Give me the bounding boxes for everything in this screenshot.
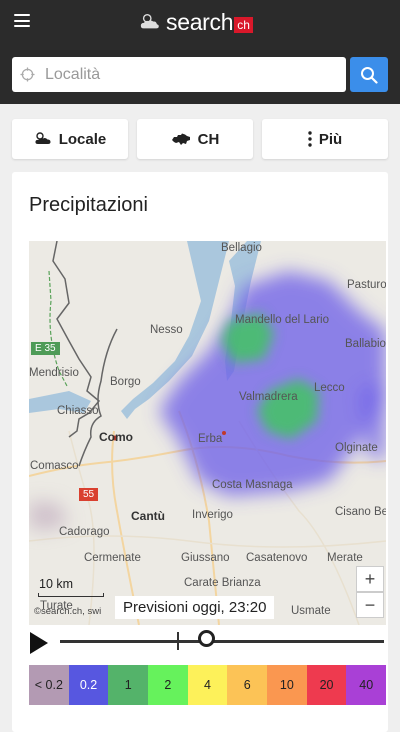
- place-label: Pasturo: [347, 279, 386, 291]
- logo-text: search: [166, 8, 234, 35]
- legend-item: 40: [346, 665, 387, 705]
- place-label: Cermenate: [84, 552, 141, 564]
- tab-more-label: Più: [318, 130, 343, 148]
- top-bar: search ch: [0, 0, 400, 44]
- legend-item: 1: [108, 665, 149, 705]
- place-label: Cadorago: [59, 526, 110, 538]
- tab-locale-label: Locale: [58, 130, 107, 148]
- legend-item: 20: [306, 665, 347, 705]
- place-label: Giussano: [181, 552, 230, 564]
- place-label: Como: [99, 430, 133, 444]
- logo-ch-badge: ch: [234, 17, 253, 33]
- place-label: Mendrisio: [29, 367, 79, 379]
- motorway-label-55: 55: [79, 488, 99, 501]
- menu-icon[interactable]: [14, 14, 30, 27]
- view-tabs: Locale CH Più: [12, 119, 388, 159]
- place-label: Comasco: [30, 460, 79, 472]
- legend-item: 2: [148, 665, 188, 705]
- more-vertical-icon: [308, 131, 312, 147]
- legend-item: 4: [187, 665, 228, 705]
- timeline-slider-handle[interactable]: [197, 630, 215, 647]
- place-label: Nesso: [150, 324, 183, 336]
- scale-bar: [38, 593, 104, 597]
- search-input[interactable]: [43, 64, 317, 85]
- place-label: Casatenovo: [246, 552, 308, 564]
- place-label: Erba: [198, 433, 223, 445]
- tab-switzerland-label: CH: [197, 130, 220, 148]
- legend-item: < 0.2: [29, 665, 69, 705]
- place-label: Merate: [327, 552, 363, 564]
- search-bar: [0, 44, 400, 104]
- place-label: Usmate: [291, 605, 331, 617]
- switzerland-icon: [171, 133, 190, 145]
- motorway-label-e35: E 35: [31, 342, 60, 355]
- legend-item: 6: [227, 665, 268, 705]
- timeline-track[interactable]: [60, 640, 384, 643]
- radar-map[interactable]: E 35 55 Bellagio Pasturo Nesso Mandello …: [29, 241, 386, 625]
- map-attribution[interactable]: ©search.ch, swi: [34, 606, 101, 617]
- search-icon: [361, 66, 378, 84]
- card-title: Precipitazioni: [29, 194, 148, 216]
- tab-locale[interactable]: Locale: [12, 119, 128, 159]
- place-label: Ballabio: [345, 338, 386, 350]
- scale-label: 10 km: [39, 577, 74, 591]
- place-label: Cantù: [131, 509, 165, 523]
- zoom-in-button[interactable]: +: [356, 566, 384, 592]
- play-icon[interactable]: [29, 631, 49, 655]
- forecast-time-label: Previsioni oggi, 23:20: [115, 596, 275, 619]
- place-label: Mandello del Lario: [235, 314, 329, 326]
- legend-item: 10: [267, 665, 307, 705]
- tab-switzerland[interactable]: CH: [137, 119, 253, 159]
- place-label: Costa Masnaga: [212, 479, 293, 491]
- zoom-out-button[interactable]: −: [356, 592, 384, 618]
- locate-icon[interactable]: [20, 67, 35, 82]
- precipitation-card: Precipitazioni E 35 55 Bellagio Pasturo …: [12, 172, 388, 732]
- tab-more[interactable]: Più: [262, 119, 388, 159]
- precipitation-legend: < 0.2 0.2 1 2 4 6 10 20 40: [29, 665, 387, 705]
- place-label: Olginate: [335, 442, 378, 454]
- search-field[interactable]: [12, 57, 346, 92]
- place-label: Valmadrera: [239, 391, 298, 403]
- place-label: Bellagio: [221, 242, 262, 254]
- place-label: Chiasso: [57, 405, 99, 417]
- place-label: Inverigo: [192, 509, 233, 521]
- search-button[interactable]: [350, 57, 388, 92]
- timeline: [29, 627, 386, 659]
- place-label: Cisano Ber: [335, 506, 386, 518]
- place-label: Borgo: [110, 376, 141, 388]
- cloud-sun-icon: [140, 13, 159, 29]
- place-label: Carate Brianza: [184, 577, 261, 589]
- legend-item: 0.2: [68, 665, 109, 705]
- search-ch-logo[interactable]: search ch: [139, 8, 253, 36]
- current-time-marker: [177, 632, 179, 650]
- weather-icon: [35, 132, 51, 144]
- place-label: Lecco: [314, 382, 345, 394]
